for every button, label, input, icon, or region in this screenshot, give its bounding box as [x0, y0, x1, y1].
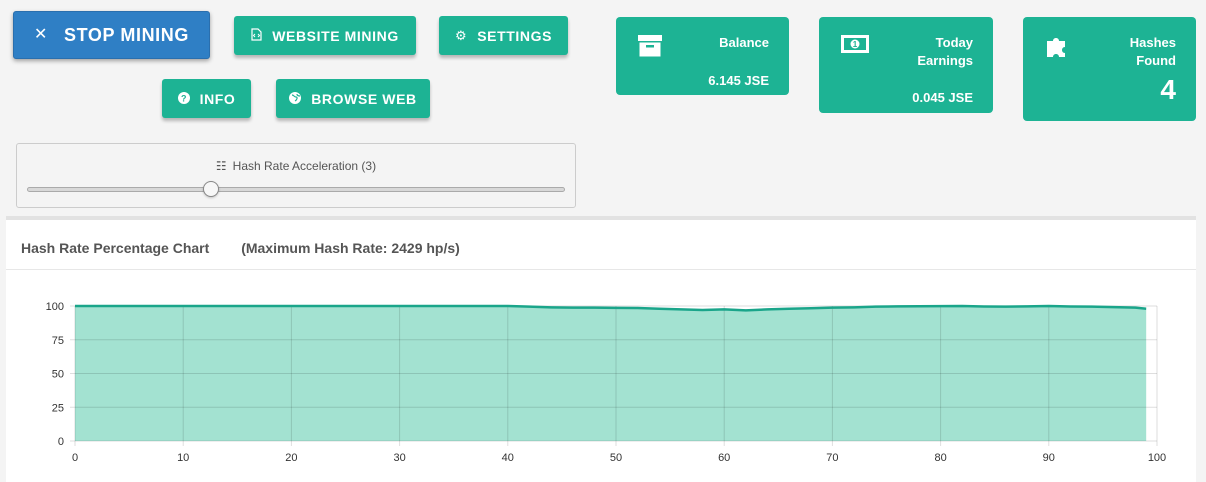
hash-rate-chart-panel: Hash Rate Percentage Chart (Maximum Hash… — [6, 216, 1196, 482]
hash-rate-slider-thumb[interactable] — [202, 181, 219, 197]
settings-button[interactable]: ⚙ SETTINGS — [439, 16, 568, 55]
browse-web-button[interactable]: BROWSE WEB — [276, 79, 430, 118]
balance-card: Balance 6.145 JSE — [616, 17, 789, 95]
chart-y-tick-label: 75 — [52, 335, 64, 347]
hashes-found-value: 4 — [1160, 74, 1176, 105]
chart-title: Hash Rate Percentage Chart — [21, 240, 210, 256]
chart-x-tick-label: 10 — [177, 452, 189, 464]
chart-x-tick-label: 30 — [393, 452, 405, 464]
puzzle-piece-icon — [1045, 35, 1069, 64]
chart-y-tick-label: 25 — [52, 402, 64, 414]
hash-rate-chart: 0 25 50 75 100 0 10 20 30 40 50 60 70 80 90 100 — [46, 301, 1167, 464]
stop-mining-button[interactable]: ✕ STOP MINING — [13, 11, 210, 59]
svg-text:?: ? — [181, 93, 187, 103]
chart-x-tick-label: 50 — [610, 452, 622, 464]
stop-mining-label: STOP MINING — [64, 24, 189, 45]
chart-x-tick-label: 20 — [285, 452, 297, 464]
hashes-found-label: Hashes Found — [1129, 35, 1176, 68]
today-earnings-card: 1 Today Earnings 0.045 JSE — [819, 17, 993, 113]
website-mining-label: WEBSITE MINING — [272, 27, 399, 44]
chart-x-tick-label: 100 — [1148, 452, 1166, 464]
settings-label: SETTINGS — [477, 27, 553, 44]
hash-rate-slider-panel: ☷ Hash Rate Acceleration (3) — [16, 143, 576, 208]
chart-x-tick-label: 70 — [826, 452, 838, 464]
gears-icon: ⚙ — [454, 28, 468, 43]
chart-x-tick-label: 0 — [72, 452, 78, 464]
today-earnings-value: 0.045 JSE — [912, 90, 973, 105]
question-circle-icon: ? — [177, 91, 190, 106]
archive-icon — [638, 35, 662, 62]
chart-x-tick-label: 60 — [718, 452, 730, 464]
close-icon: ✕ — [34, 26, 49, 43]
info-button[interactable]: ? INFO — [162, 79, 251, 118]
chart-y-tick-label: 100 — [46, 301, 64, 313]
chart-header: Hash Rate Percentage Chart (Maximum Hash… — [21, 240, 460, 256]
browse-web-label: BROWSE WEB — [311, 90, 417, 107]
hashes-found-card: Hashes Found 4 — [1023, 17, 1196, 121]
globe-icon — [289, 91, 302, 106]
balance-value: 6.145 JSE — [708, 73, 769, 88]
svg-text:1: 1 — [853, 40, 858, 49]
chart-x-tick-label: 90 — [1043, 452, 1055, 464]
chart-x-tick-label: 80 — [934, 452, 946, 464]
hash-rate-slider-label: Hash Rate Acceleration (3) — [232, 159, 377, 173]
chart-x-tick-label: 40 — [502, 452, 514, 464]
today-earnings-label: Today Earnings — [917, 35, 973, 68]
chart-y-tick-label: 0 — [58, 436, 64, 448]
chart-subtitle: (Maximum Hash Rate: 2429 hp/s) — [241, 240, 460, 256]
info-label: INFO — [199, 90, 236, 107]
hash-rate-slider-track[interactable] — [27, 187, 565, 192]
file-code-icon — [251, 28, 262, 43]
money-bill-icon: 1 — [841, 35, 869, 58]
balance-label: Balance — [719, 35, 769, 50]
sliders-icon: ☷ — [215, 159, 227, 173]
website-mining-button[interactable]: WEBSITE MINING — [234, 16, 416, 55]
chart-y-tick-label: 50 — [52, 369, 64, 381]
